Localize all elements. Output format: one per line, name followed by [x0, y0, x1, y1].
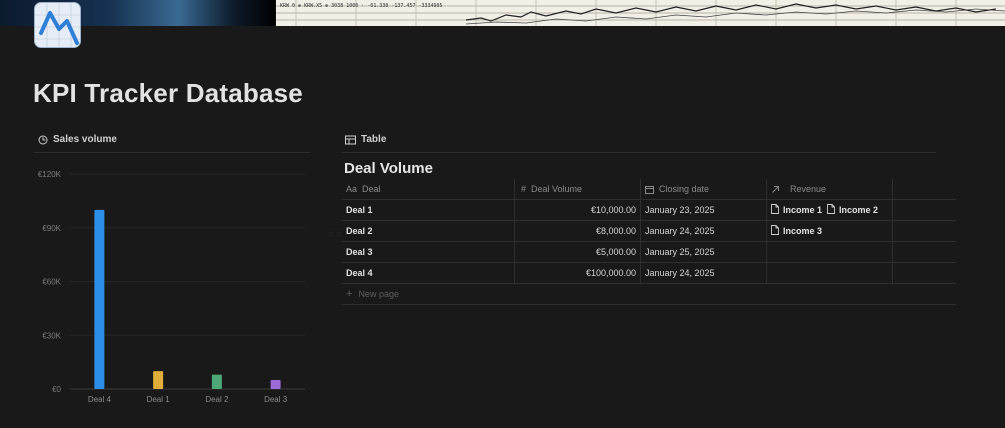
number-property-icon: #	[521, 184, 527, 194]
page-cover[interactable]: KRW 0 ⊕ KRW.X5 ⊕ 3038 1000 · -01.330 -13…	[0, 0, 1005, 26]
table-header-row: Aa Deal # Deal Volume Closing date Reven…	[342, 179, 956, 200]
database-title: Deal Volume	[344, 160, 433, 177]
column-header-revenue[interactable]: Revenue	[767, 179, 893, 199]
column-header-deal[interactable]: Aa Deal	[342, 179, 515, 199]
deal-name: Deal 3	[346, 247, 373, 257]
deal-cell[interactable]: Deal 3	[342, 242, 515, 262]
page-doc-icon	[771, 225, 779, 237]
plus-icon: +	[346, 288, 353, 300]
revenue-cell[interactable]: Income 1 Income 2	[767, 200, 893, 220]
column-header-label: Revenue	[790, 184, 827, 194]
deal-volume-cell[interactable]: €10,000.00	[515, 200, 641, 220]
tab-table-label: Table	[361, 134, 387, 145]
column-header-deal-volume[interactable]: # Deal Volume	[515, 179, 641, 199]
column-header-label: Deal	[362, 184, 381, 194]
revenue-cell[interactable]	[767, 242, 893, 262]
table-icon	[345, 135, 356, 144]
tab-sales-volume[interactable]: Sales volume	[38, 134, 117, 145]
column-header-closing-date[interactable]: Closing date	[641, 179, 767, 199]
deal-name: Deal 2	[346, 226, 373, 236]
column-header-label: Deal Volume	[531, 184, 583, 194]
deal-volume-value: €8,000.00	[595, 226, 636, 236]
sales-volume-chart: €0 €30K €60K €90K €120K Deal 4 Deal 1 Deal 2 Dea…	[38, 170, 305, 404]
page-doc-icon	[771, 204, 779, 216]
revenue-cell[interactable]	[767, 263, 893, 283]
closing-date-value: January 23, 2025	[645, 205, 715, 215]
deal-volume-cell[interactable]: €8,000.00	[515, 221, 641, 241]
empty-cell	[893, 263, 956, 283]
tab-table[interactable]: Table	[345, 134, 386, 145]
revenue-relation-chip[interactable]: Income 3	[771, 225, 822, 237]
closing-date-cell[interactable]: January 24, 2025	[641, 263, 767, 283]
page-doc-icon	[827, 204, 835, 216]
column-header-empty	[893, 179, 956, 199]
new-page-button[interactable]: + New page	[342, 284, 956, 305]
table-row[interactable]: Deal 4 €100,000.00 January 24, 2025	[342, 263, 956, 284]
closing-date-cell[interactable]: January 24, 2025	[641, 221, 767, 241]
deal-cell[interactable]: Deal 2	[342, 221, 515, 241]
deal-volume-cell[interactable]: €100,000.00	[515, 263, 641, 283]
deal-volume-value: €10,000.00	[590, 205, 636, 215]
chart-bar[interactable]	[94, 209, 105, 389]
empty-cell	[893, 221, 956, 241]
revenue-cell[interactable]: Income 3	[767, 221, 893, 241]
x-tick-label: Deal 1	[147, 395, 171, 404]
closing-date-value: January 24, 2025	[645, 268, 715, 278]
x-tick-label: Deal 3	[264, 395, 288, 404]
chart-bar[interactable]	[153, 371, 164, 389]
x-tick-label: Deal 4	[88, 395, 112, 404]
closing-date-cell[interactable]: January 23, 2025	[641, 200, 767, 220]
chart-bar[interactable]	[270, 380, 281, 389]
closing-date-cell[interactable]: January 25, 2025	[641, 242, 767, 262]
y-tick-label: €0	[52, 385, 61, 394]
empty-cell	[893, 242, 956, 262]
table-row[interactable]: Deal 1 €10,000.00 January 23, 2025 Income 1…	[342, 200, 956, 221]
deal-table: Aa Deal # Deal Volume Closing date Reven…	[342, 179, 956, 305]
revenue-chip-label: Income 3	[783, 226, 823, 236]
cover-ticker-text: KRW 0 ⊕ KRW.X5 ⊕ 3038 1000 · -01.330 -13…	[280, 3, 443, 9]
x-tick-label: Deal 2	[205, 395, 229, 404]
y-tick-label: €60K	[42, 278, 61, 287]
table-row[interactable]: Deal 3 €5,000.00 January 25, 2025	[342, 242, 956, 263]
table-row[interactable]: Deal 2 €8,000.00 January 24, 2025 Income 3	[342, 221, 956, 242]
deal-volume-value: €100,000.00	[585, 268, 636, 278]
revenue-chip-label: Income 2	[839, 205, 879, 215]
drag-handle-icon[interactable]: ⋮⋮	[327, 228, 343, 237]
empty-cell	[893, 200, 956, 220]
page-title: KPI Tracker Database	[33, 78, 303, 108]
chart-clock-icon	[38, 135, 48, 144]
y-tick-label: €30K	[42, 331, 61, 340]
text-property-icon: Aa	[346, 184, 358, 194]
chart-down-icon	[35, 3, 80, 47]
table-view-divider	[342, 152, 936, 153]
column-header-label: Closing date	[659, 184, 710, 194]
tab-sales-volume-label: Sales volume	[53, 134, 117, 145]
deal-cell[interactable]: Deal 1	[342, 200, 515, 220]
relation-arrow-icon	[772, 185, 779, 193]
chart-view-divider	[34, 152, 310, 153]
deal-volume-cell[interactable]: €5,000.00	[515, 242, 641, 262]
y-tick-label: €120K	[38, 170, 62, 179]
revenue-relation-chip[interactable]: Income 1	[771, 204, 822, 216]
page-icon[interactable]	[34, 2, 81, 48]
deal-name: Deal 4	[346, 268, 373, 278]
closing-date-value: January 25, 2025	[645, 247, 715, 257]
revenue-relation-chip[interactable]: Income 2	[827, 204, 878, 216]
deal-cell[interactable]: Deal 4	[342, 263, 515, 283]
revenue-chip-label: Income 1	[783, 205, 823, 215]
calendar-icon	[645, 185, 654, 194]
chart-bar[interactable]	[211, 374, 222, 389]
cover-stock-chart: KRW 0 ⊕ KRW.X5 ⊕ 3038 1000 · -01.330 -13…	[276, 0, 1005, 26]
closing-date-value: January 24, 2025	[645, 226, 715, 236]
y-tick-label: €90K	[42, 224, 61, 233]
new-page-label: New page	[358, 289, 399, 299]
deal-name: Deal 1	[346, 205, 373, 215]
deal-volume-value: €5,000.00	[595, 247, 636, 257]
